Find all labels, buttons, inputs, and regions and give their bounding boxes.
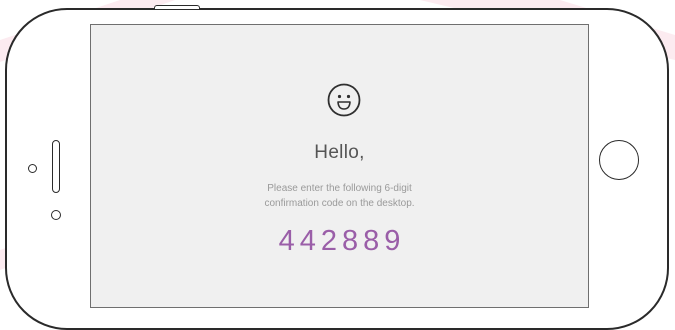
- phone-screen: Hello, Please enter the following 6-digi…: [90, 24, 589, 308]
- front-camera: [51, 210, 61, 220]
- home-button[interactable]: [599, 140, 639, 180]
- greeting-heading: Hello,: [314, 142, 365, 163]
- earpiece-speaker: [52, 140, 60, 193]
- instruction-line-2: confirmation code on the desktop.: [264, 198, 415, 209]
- power-button[interactable]: [154, 5, 200, 9]
- sensor-dot: [28, 164, 37, 173]
- smiley-face-icon: [327, 83, 361, 117]
- confirmation-code: 442889: [278, 225, 406, 257]
- instruction-message: Please enter the following 6-digit confi…: [91, 181, 588, 211]
- instruction-line-1: Please enter the following 6-digit: [267, 183, 412, 194]
